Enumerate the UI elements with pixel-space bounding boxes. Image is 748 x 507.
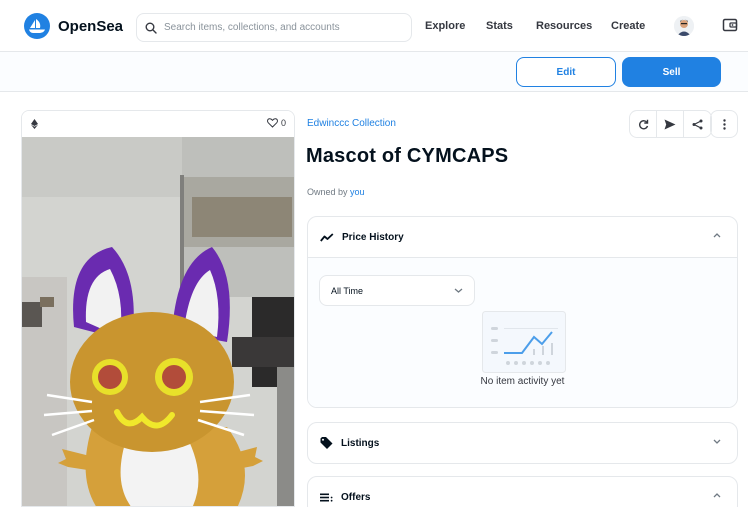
brand-logo[interactable]: OpenSea [24, 13, 123, 39]
search-icon [145, 22, 157, 34]
chevron-up-icon [713, 493, 721, 498]
refresh-button[interactable] [630, 111, 657, 137]
asset-title: Mascot of CYMCAPS [306, 145, 509, 167]
asset-toolbar [629, 110, 712, 138]
wallet-icon[interactable] [722, 17, 738, 38]
heart-icon [267, 118, 278, 128]
more-vertical-icon [722, 118, 726, 130]
refresh-icon [638, 119, 648, 129]
asset-image-card: 0 [21, 110, 295, 507]
offers-title: Offers [341, 491, 371, 503]
sell-button[interactable]: Sell [622, 57, 721, 87]
owner-link[interactable]: you [350, 187, 365, 197]
nav-stats[interactable]: Stats [486, 20, 513, 32]
price-history-panel: Price History All Time No item activity … [307, 216, 738, 408]
search-input[interactable] [164, 22, 404, 33]
listings-header[interactable]: Listings [308, 423, 737, 463]
period-select[interactable]: All Time [319, 275, 475, 306]
chevron-up-icon [713, 233, 721, 238]
favorite-button[interactable]: 0 [267, 118, 286, 128]
edit-button[interactable]: Edit [516, 57, 616, 87]
ethereum-icon [31, 119, 38, 129]
empty-chart-icon [482, 311, 566, 373]
listings-title: Listings [341, 437, 380, 449]
owner-line: Owned by you [307, 187, 365, 197]
period-select-value: All Time [331, 285, 364, 296]
nav-resources[interactable]: Resources [536, 20, 592, 32]
brand-name: OpenSea [58, 17, 124, 35]
listings-panel: Listings [307, 422, 738, 464]
offers-header[interactable]: Offers [308, 477, 737, 507]
asset-image[interactable] [22, 137, 294, 506]
favorite-count: 0 [280, 118, 286, 128]
empty-activity-text: No item activity yet [480, 376, 565, 387]
price-history-header[interactable]: Price History [308, 217, 737, 257]
search-bar[interactable] [136, 13, 412, 42]
more-options-button[interactable] [710, 110, 738, 138]
share-icon [692, 119, 703, 129]
collection-link[interactable]: Edwinccc Collection [307, 118, 396, 129]
owner-prefix: Owned by [307, 187, 348, 197]
nav-explore[interactable]: Explore [425, 20, 465, 32]
owner-action-bar: Edit Sell [0, 52, 748, 92]
tag-icon [320, 437, 333, 449]
chevron-down-icon [454, 288, 463, 293]
offers-panel: Offers [307, 476, 738, 507]
chevron-down-icon [713, 439, 721, 444]
share-button[interactable] [684, 111, 711, 137]
transfer-button[interactable] [657, 111, 684, 137]
asset-image-header: 0 [22, 111, 294, 137]
top-nav: OpenSea Explore Stats Resources Create [0, 0, 748, 52]
price-history-body: All Time No item activity yet [308, 257, 737, 407]
price-history-title: Price History [342, 231, 404, 243]
profile-avatar[interactable] [674, 16, 694, 36]
send-icon [664, 119, 676, 129]
nav-create[interactable]: Create [611, 20, 645, 32]
opensea-logo-icon [24, 13, 50, 39]
list-icon [320, 493, 333, 502]
trend-line-icon [320, 232, 334, 242]
